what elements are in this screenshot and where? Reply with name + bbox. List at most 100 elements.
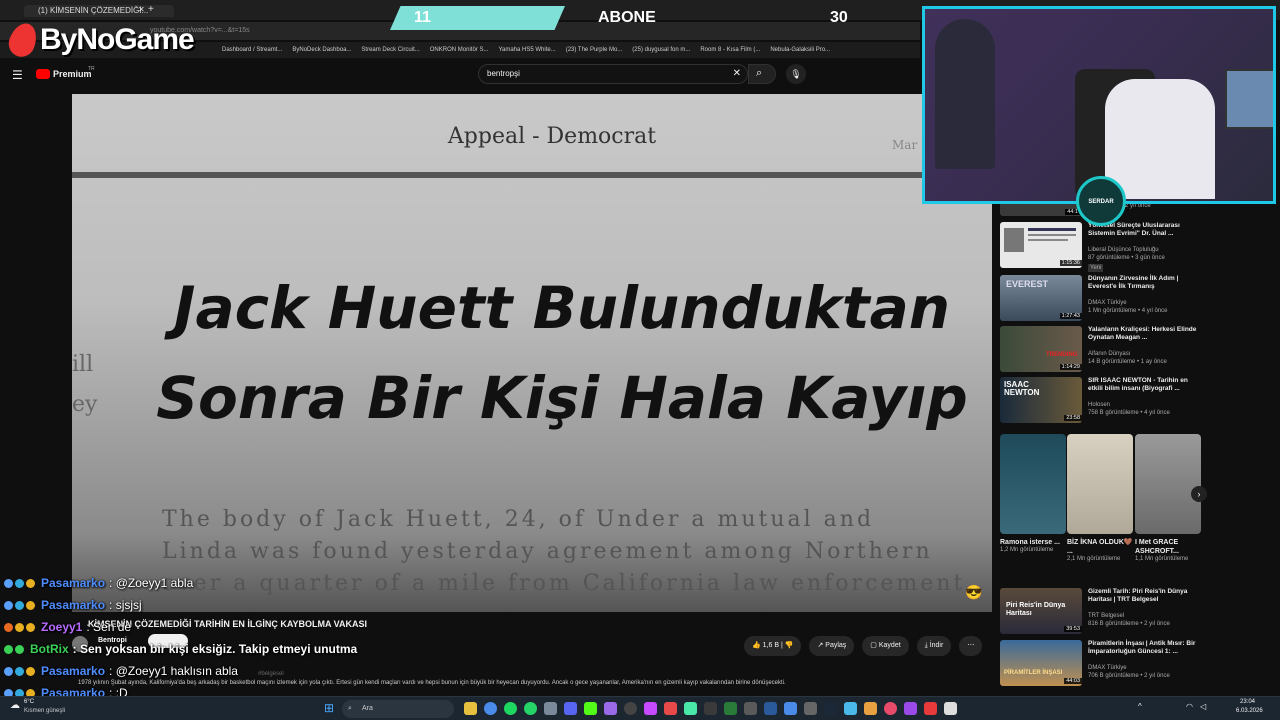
app-icon[interactable]	[844, 702, 857, 715]
video-channel: Holosen	[1088, 402, 1111, 408]
bookmark-item[interactable]: Yamaha HS5 White...	[498, 47, 555, 53]
badge-icon	[4, 644, 13, 654]
like-icon: 👍	[752, 642, 763, 649]
video-player[interactable]: Appeal - Democrat Mar ill ey Jack Huett …	[72, 94, 992, 612]
video-title: SIR ISAAC NEWTON - Tarihin en etkili bil…	[1088, 377, 1188, 393]
shorts-next-icon[interactable]: ›	[1191, 486, 1207, 502]
weather-temp[interactable]: 6°C	[24, 699, 34, 705]
youtube-brand: Premium	[53, 69, 92, 79]
recommendation-item[interactable]: 1:15:36 Yönetsel Süreçte Uluslararası Si…	[1000, 222, 1200, 273]
weather-icon: ☁	[10, 700, 20, 711]
app-icon[interactable]	[604, 702, 617, 715]
app-icon[interactable]	[944, 702, 957, 715]
app-icon[interactable]	[664, 702, 677, 715]
dislike-icon[interactable]: 👎	[785, 642, 794, 649]
short-meta: 1,1 Mn görüntüleme	[1135, 556, 1189, 563]
video-stats: 1 Mn görüntüleme • 4 yıl önce	[1088, 308, 1168, 315]
whatsapp-icon[interactable]	[524, 702, 537, 715]
short-meta: 2,1 Mn görüntüleme	[1067, 556, 1121, 563]
taskbar-date[interactable]: 6.03.2026	[1236, 708, 1263, 714]
volume-icon[interactable]: ◁	[1200, 702, 1206, 711]
chrome-icon[interactable]	[484, 702, 497, 715]
video-channel: DMAX Türkiye	[1088, 300, 1127, 306]
video-meta: DMAX Türkiye 706 B görüntüleme • 2 yıl ön…	[1088, 664, 1198, 681]
bookmark-item[interactable]: Nebula-Galaksili Pro...	[770, 47, 830, 53]
search-input[interactable]: bentropşi ✕	[478, 64, 748, 84]
app-icon[interactable]	[684, 702, 697, 715]
bookmark-item[interactable]: Dashboard / Streamt...	[222, 47, 282, 53]
bookmark-item[interactable]: ByNoDeck Dashboa...	[292, 47, 351, 53]
app-icon[interactable]	[704, 702, 717, 715]
recommendation-item[interactable]: EVEREST 1:27:43 Dünyanın Zirvesine İlk A…	[1000, 275, 1200, 323]
save-label: Kaydet	[878, 642, 901, 649]
app-icon[interactable]	[884, 702, 897, 715]
video-stats: 758 B görüntüleme • 4 yıl önce	[1088, 410, 1170, 417]
chat-text: : @Zoeyy1 abla	[109, 576, 194, 590]
video-duration: 23:58	[1064, 415, 1082, 421]
short-title: Ramona isterse ...	[1000, 539, 1060, 546]
recommendation-item[interactable]: ISAAC NEWTON 23:58 SIR ISAAC NEWTON - Ta…	[1000, 377, 1200, 425]
mic-icon[interactable]: 🎙	[786, 64, 806, 84]
newspaper-line: Linda was found yesterday agreement amon…	[162, 538, 933, 564]
bookmark-item[interactable]: (23) The Purple Mo...	[566, 47, 623, 53]
bookmark-item[interactable]: Stream Deck Circuit...	[361, 47, 419, 53]
video-channel: Alfanın Dünyası	[1088, 351, 1131, 357]
thumbnail-text: Piri Reis'in Dünya Haritası	[1006, 602, 1066, 617]
tray-chevron-icon[interactable]: ^	[1138, 702, 1142, 711]
chat-user: BotRix	[30, 642, 69, 656]
bookmark-item[interactable]: Room 8 - Kısa Film (...	[700, 47, 760, 53]
video-meta: Alfanın Dünyası 14 B görüntüleme • 1 ay ö…	[1088, 350, 1198, 367]
video-title: Dünyanın Zirvesine İlk Adım | Everest'e …	[1088, 275, 1179, 291]
like-button[interactable]: 👍 1,6 B | 👎	[744, 636, 802, 656]
taskbar-search[interactable]: ⌕ Ara	[342, 700, 454, 718]
windows-start-icon[interactable]: ⊞	[324, 701, 334, 715]
chat-message: Zoeyy1: Sen de	[0, 616, 460, 638]
app-icon[interactable]	[544, 702, 557, 715]
new-tab-icon[interactable]: +	[148, 4, 154, 15]
taskbar-time[interactable]: 23:04	[1240, 699, 1255, 705]
spotify-icon[interactable]	[504, 702, 517, 715]
thumbnail-text: ISAAC NEWTON	[1004, 380, 1040, 397]
video-channel: DMAX Türkiye	[1088, 665, 1127, 671]
clear-search-icon[interactable]: ✕	[733, 65, 741, 83]
app-icon[interactable]	[644, 702, 657, 715]
app-icon[interactable]	[864, 702, 877, 715]
search-button[interactable]: ⌕	[748, 64, 776, 84]
short-item[interactable]: I Met GRACE ASHCROFT... 1,1 Mn görüntüle…	[1135, 434, 1201, 584]
excel-icon[interactable]	[724, 702, 737, 715]
bookmark-item[interactable]: (25) duygusal fon m...	[632, 47, 690, 53]
bookmark-item[interactable]: ONKRON Monitör S...	[430, 47, 489, 53]
headline-line: Jack Huett Bulunduktan	[173, 274, 951, 342]
app-icon[interactable]	[784, 702, 797, 715]
app-icon[interactable]	[744, 702, 757, 715]
steam-icon[interactable]	[824, 702, 837, 715]
obs-icon[interactable]	[624, 702, 637, 715]
app-icon[interactable]	[804, 702, 817, 715]
save-button[interactable]: ▢ Kaydet	[862, 636, 909, 656]
menu-icon[interactable]: ☰	[12, 68, 23, 82]
badge-icon	[4, 578, 13, 588]
short-item[interactable]: Ramona isterse ... 1,2 Mn görüntüleme	[1000, 434, 1066, 584]
short-item[interactable]: BİZ İKNA OLDUK🤎 ... 2,1 Mn görüntüleme	[1067, 434, 1133, 584]
badge-icon	[26, 578, 35, 588]
video-title: Piramitlerin İnşası | Antik Mısır: Bir İ…	[1088, 640, 1196, 656]
app-icon[interactable]	[764, 702, 777, 715]
recommendation-item[interactable]: TRENDING 1:14:29 Yalanların Kraliçesi: H…	[1000, 326, 1200, 374]
app-icon[interactable]	[924, 702, 937, 715]
youtube-logo-icon[interactable]	[36, 69, 50, 79]
download-button[interactable]: ⤓ İndir	[916, 636, 952, 656]
file-explorer-icon[interactable]	[464, 702, 477, 715]
discord-icon[interactable]	[564, 702, 577, 715]
weather-text[interactable]: Kısmen güneşli	[24, 708, 65, 714]
share-button[interactable]: ↗ Paylaş	[809, 636, 855, 656]
app-icon[interactable]	[904, 702, 917, 715]
more-actions-button[interactable]: ⋯	[959, 636, 983, 656]
recommendation-item[interactable]: Piri Reis'in Dünya Haritası 39:53 Gizeml…	[1000, 588, 1200, 636]
video-actions: 👍 1,6 B | 👎 ↗ Paylaş ▢ Kaydet ⤓ İndir ⋯	[744, 636, 983, 656]
wifi-icon[interactable]: ◠	[1186, 702, 1193, 711]
close-tab-icon[interactable]: ✕	[138, 5, 145, 14]
kick-icon[interactable]	[584, 702, 597, 715]
badge-icon	[15, 600, 24, 610]
recommendation-item[interactable]: PİRAMİTLER İNŞASI 44:03 Piramitlerin İnş…	[1000, 640, 1200, 688]
chat-message: Pasamarko: @Zoeyy1 haklısın abla	[0, 660, 460, 682]
